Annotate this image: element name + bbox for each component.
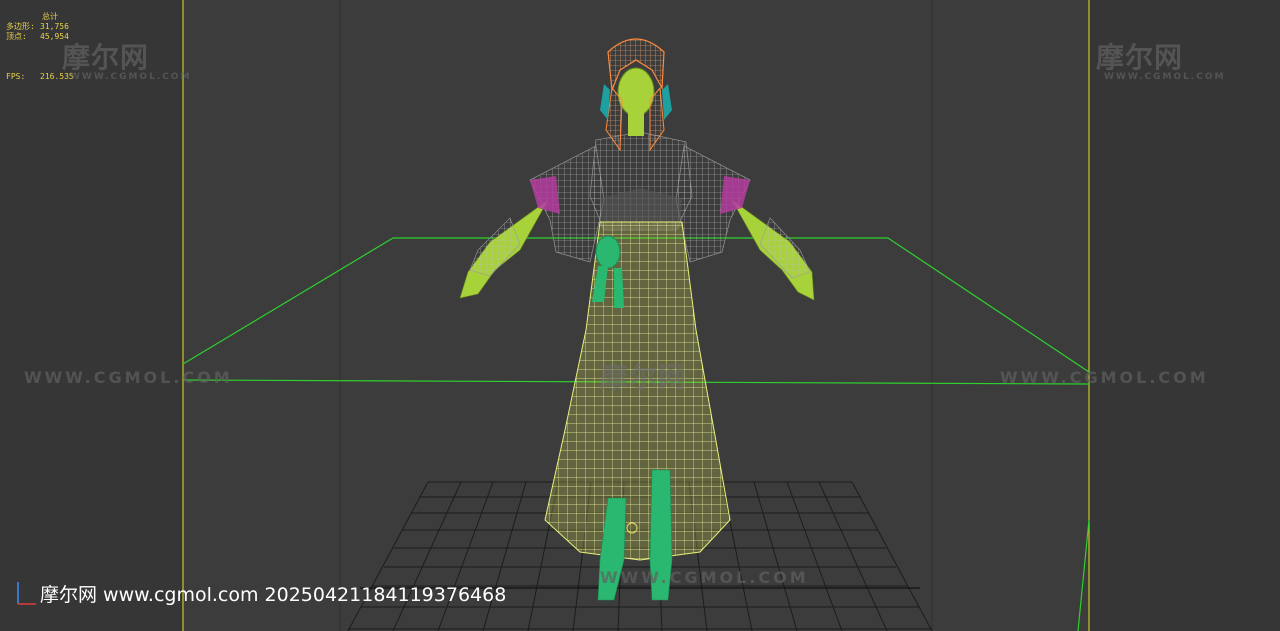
fps-label: FPS:	[6, 72, 26, 81]
polygons-label: 多边形:	[6, 22, 35, 31]
watermark-logo-sub: WWW.CGMOL.COM	[1104, 72, 1226, 82]
watermark-url: WWW.CGMOL.COM	[1000, 368, 1209, 387]
watermark-url: WWW.CGMOL.COM	[600, 568, 809, 587]
watermark-logo: 摩尔网	[1096, 41, 1184, 74]
watermark-url: WWW.CGMOL.COM	[24, 368, 233, 387]
watermark-logo: 摩尔网	[600, 361, 688, 394]
image-caption: 摩尔网 www.cgmol.com 20250421184119376468	[40, 584, 507, 606]
3d-viewport[interactable]	[0, 0, 1280, 631]
viewport-statistics: 总计 多边形: 31,756 顶点: 45,954	[6, 12, 69, 42]
watermark-logo-sub: WWW.CGMOL.COM	[70, 72, 192, 82]
vertices-label: 顶点:	[6, 32, 27, 41]
stats-title: 总计	[42, 12, 58, 21]
polygons-value: 31,756	[40, 22, 69, 31]
watermark-logo: 摩尔网	[62, 41, 150, 74]
